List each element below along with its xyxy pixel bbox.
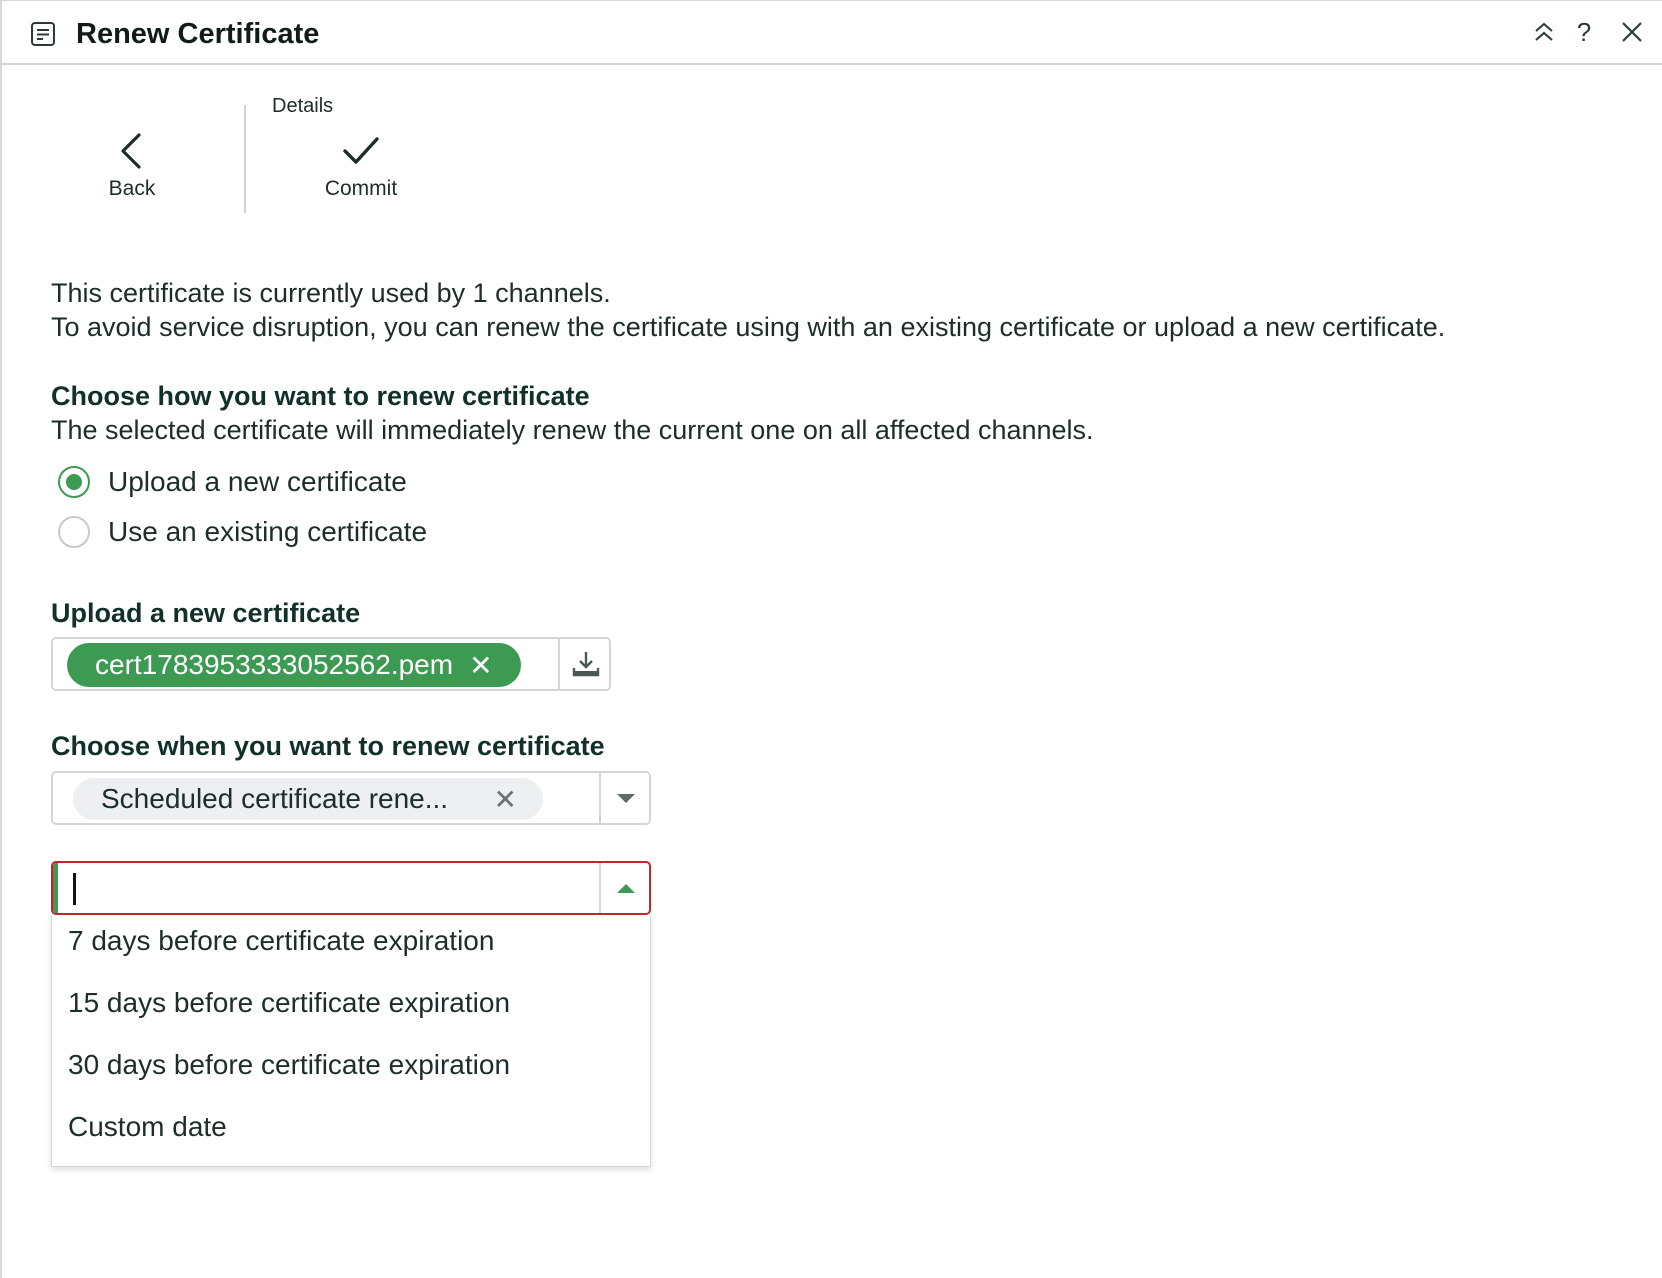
close-button[interactable] [1617, 17, 1647, 47]
dialog-header: Renew Certificate ? [2, 1, 1662, 65]
radio-button-checked[interactable] [58, 466, 90, 498]
renew-method-heading: Choose how you want to renew certificate [51, 381, 590, 411]
download-tray-icon [572, 652, 600, 677]
checkmark-icon [343, 137, 379, 164]
help-button[interactable]: ? [1569, 17, 1599, 47]
file-upload-field[interactable]: cert1783953333052562.pem ✕ [51, 637, 611, 691]
schedule-dropdown-toggle[interactable] [601, 773, 651, 823]
selected-schedule-text: Scheduled certificate rene... [101, 783, 449, 814]
file-name: cert1783953333052562.pem [95, 649, 454, 680]
renew-certificate-dialog: Renew Certificate ? Back Details Commit [0, 0, 1662, 1278]
clear-schedule-button[interactable]: ✕ [494, 783, 517, 816]
back-label: Back [108, 177, 156, 200]
document-icon [30, 21, 56, 47]
intro-line-1: This certificate is currently used by 1 … [51, 278, 611, 308]
close-icon [1622, 22, 1642, 42]
dialog-title: Renew Certificate [76, 18, 320, 50]
remove-file-button[interactable]: ✕ [469, 649, 492, 682]
timing-dropdown-toggle[interactable] [601, 863, 649, 913]
caret-up-icon [617, 883, 635, 893]
list-item[interactable]: Custom date [68, 1111, 227, 1143]
uploaded-file-chip: cert1783953333052562.pem ✕ [67, 643, 521, 687]
back-button[interactable]: Back [90, 133, 174, 201]
radio-label-use-existing: Use an existing certificate [108, 516, 428, 547]
timing-options-list: 7 days before certificate expiration 15 … [51, 915, 651, 1167]
intro-line-2: To avoid service disruption, you can ren… [51, 312, 1446, 342]
commit-label: Commit [324, 177, 398, 200]
timing-combobox[interactable] [51, 861, 651, 915]
radio-use-existing[interactable]: Use an existing certificate [58, 516, 427, 548]
schedule-heading: Choose when you want to renew certificat… [51, 731, 605, 761]
caret-down-icon [617, 793, 635, 803]
schedule-combobox[interactable]: Scheduled certificate rene... ✕ [51, 771, 651, 825]
timing-input[interactable] [71, 867, 591, 909]
list-item[interactable]: 7 days before certificate expiration [68, 925, 494, 957]
upload-divider [558, 639, 560, 689]
commit-button[interactable]: Commit [307, 133, 415, 201]
list-item[interactable]: 30 days before certificate expiration [68, 1049, 510, 1081]
radio-label-upload-new: Upload a new certificate [108, 466, 407, 497]
renew-method-description: The selected certificate will immediatel… [51, 415, 1094, 445]
selected-schedule-chip: Scheduled certificate rene... ✕ [73, 778, 543, 820]
focus-accent-bar [53, 863, 58, 913]
radio-button-unchecked[interactable] [58, 516, 90, 548]
chevron-left-icon [121, 133, 141, 169]
list-item[interactable]: 15 days before certificate expiration [68, 987, 510, 1019]
text-caret [73, 873, 76, 905]
toolbar-group-label: Details [272, 95, 334, 117]
collapse-button[interactable] [1529, 17, 1559, 47]
toolbar-divider [244, 105, 246, 213]
upload-file-button[interactable] [561, 639, 611, 689]
radio-upload-new[interactable]: Upload a new certificate [58, 466, 407, 498]
upload-heading: Upload a new certificate [51, 598, 361, 628]
double-chevron-up-icon [1535, 22, 1553, 41]
